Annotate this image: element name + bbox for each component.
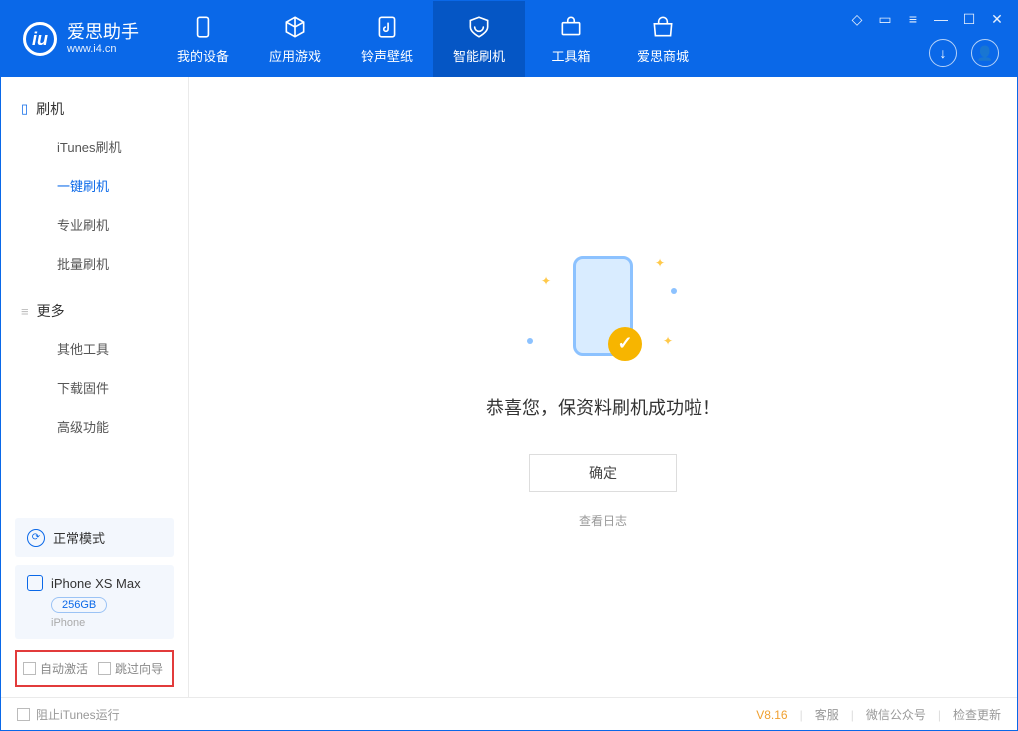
sidebar: ▯ 刷机 iTunes刷机 一键刷机 专业刷机 批量刷机 ≡ 更多 其他工具 下… — [1, 77, 189, 697]
success-message: 恭喜您，保资料刷机成功啦！ — [486, 394, 720, 420]
tab-my-device[interactable]: 我的设备 — [157, 1, 249, 77]
section-title: 刷机 — [36, 99, 64, 119]
store-icon — [650, 14, 676, 40]
check-badge-icon: ✓ — [608, 327, 642, 361]
status-bar: 阻止iTunes运行 V8.16 | 客服 | 微信公众号 | 检查更新 — [1, 697, 1017, 731]
main-content: ✦ ✦ ✦ ✓ 恭喜您，保资料刷机成功啦！ 确定 查看日志 — [189, 77, 1017, 697]
sidebar-section-flash: ▯ 刷机 — [1, 91, 188, 127]
tab-ringtones-wallpapers[interactable]: 铃声壁纸 — [341, 1, 433, 77]
logo-icon: iu — [23, 22, 57, 56]
tab-label: 应用游戏 — [269, 46, 321, 65]
sidebar-section-more: ≡ 更多 — [1, 293, 188, 329]
success-illustration: ✦ ✦ ✦ ✓ — [523, 246, 683, 366]
confirm-button[interactable]: 确定 — [529, 454, 677, 492]
music-file-icon — [374, 14, 400, 40]
skip-guide-checkbox[interactable]: 跳过向导 — [98, 660, 163, 677]
toolbox-icon — [558, 14, 584, 40]
tab-smart-flash[interactable]: 智能刷机 — [433, 1, 525, 77]
menu-icon[interactable]: ≡ — [905, 11, 921, 27]
phone-frame-icon: ✓ — [573, 256, 633, 356]
shirt-icon[interactable]: ◇ — [849, 11, 865, 27]
tab-label: 我的设备 — [177, 46, 229, 65]
checkbox-icon — [17, 708, 30, 721]
maximize-button[interactable]: ☐ — [961, 11, 977, 27]
tab-label: 爱思商城 — [637, 46, 689, 65]
device-phone-icon — [27, 575, 43, 591]
dot-icon — [671, 288, 677, 294]
auto-activate-checkbox[interactable]: 自动激活 — [23, 660, 88, 677]
mode-icon: ⟳ — [27, 529, 45, 547]
cube-icon — [282, 14, 308, 40]
sparkle-icon: ✦ — [655, 256, 665, 270]
device-type: iPhone — [51, 617, 162, 629]
sparkle-icon: ✦ — [541, 274, 551, 288]
mode-label: 正常模式 — [53, 528, 105, 547]
mode-box[interactable]: ⟳ 正常模式 — [15, 518, 174, 557]
checkbox-icon — [98, 662, 111, 675]
app-header: iu 爱思助手 www.i4.cn 我的设备 应用游戏 铃声壁纸 智能刷机 工具… — [1, 1, 1017, 77]
sidebar-item-itunes-flash[interactable]: iTunes刷机 — [1, 127, 188, 166]
separator: | — [851, 708, 854, 722]
sidebar-item-advanced[interactable]: 高级功能 — [1, 407, 188, 446]
minimize-button[interactable]: — — [933, 11, 949, 27]
checkbox-label: 跳过向导 — [115, 660, 163, 677]
tab-label: 智能刷机 — [453, 46, 505, 65]
checkbox-label: 阻止iTunes运行 — [36, 706, 120, 723]
wechat-link[interactable]: 微信公众号 — [866, 706, 926, 723]
sidebar-item-batch-flash[interactable]: 批量刷机 — [1, 244, 188, 283]
version-label: V8.16 — [756, 708, 787, 722]
phone-icon: ▯ — [21, 101, 28, 117]
sidebar-item-oneclick-flash[interactable]: 一键刷机 — [1, 166, 188, 205]
storage-badge: 256GB — [51, 597, 107, 613]
device-box[interactable]: iPhone XS Max 256GB iPhone — [15, 565, 174, 639]
separator: | — [800, 708, 803, 722]
sidebar-item-pro-flash[interactable]: 专业刷机 — [1, 205, 188, 244]
device-icon — [190, 14, 216, 40]
close-button[interactable]: ✕ — [989, 11, 1005, 27]
tab-label: 工具箱 — [551, 46, 590, 65]
logo-area: iu 爱思助手 www.i4.cn — [1, 1, 157, 77]
list-icon: ≡ — [21, 304, 29, 319]
checkbox-icon — [23, 662, 36, 675]
tab-apps-games[interactable]: 应用游戏 — [249, 1, 341, 77]
header-right-icons: ↓ 👤 — [929, 39, 999, 67]
section-title: 更多 — [37, 301, 65, 321]
sidebar-item-download-firmware[interactable]: 下载固件 — [1, 368, 188, 407]
sidebar-item-other-tools[interactable]: 其他工具 — [1, 329, 188, 368]
download-icon[interactable]: ↓ — [929, 39, 957, 67]
tab-label: 铃声壁纸 — [361, 46, 413, 65]
block-itunes-checkbox[interactable]: 阻止iTunes运行 — [17, 706, 120, 723]
checkbox-label: 自动激活 — [40, 660, 88, 677]
check-update-link[interactable]: 检查更新 — [953, 706, 1001, 723]
user-icon[interactable]: 👤 — [971, 39, 999, 67]
device-name: iPhone XS Max — [51, 576, 141, 591]
support-link[interactable]: 客服 — [815, 706, 839, 723]
app-url: www.i4.cn — [67, 43, 139, 55]
app-name: 爱思助手 — [67, 23, 139, 43]
highlighted-options: 自动激活 跳过向导 — [15, 650, 174, 687]
sparkle-icon: ✦ — [663, 334, 673, 348]
separator: | — [938, 708, 941, 722]
dot-icon — [527, 338, 533, 344]
window-controls: ◇ ▭ ≡ — ☐ ✕ — [849, 11, 1005, 27]
lock-icon[interactable]: ▭ — [877, 11, 893, 27]
tab-store[interactable]: 爱思商城 — [617, 1, 709, 77]
refresh-shield-icon — [466, 14, 492, 40]
tab-toolbox[interactable]: 工具箱 — [525, 1, 617, 77]
view-log-link[interactable]: 查看日志 — [579, 512, 627, 529]
main-tabs: 我的设备 应用游戏 铃声壁纸 智能刷机 工具箱 爱思商城 — [157, 1, 709, 77]
